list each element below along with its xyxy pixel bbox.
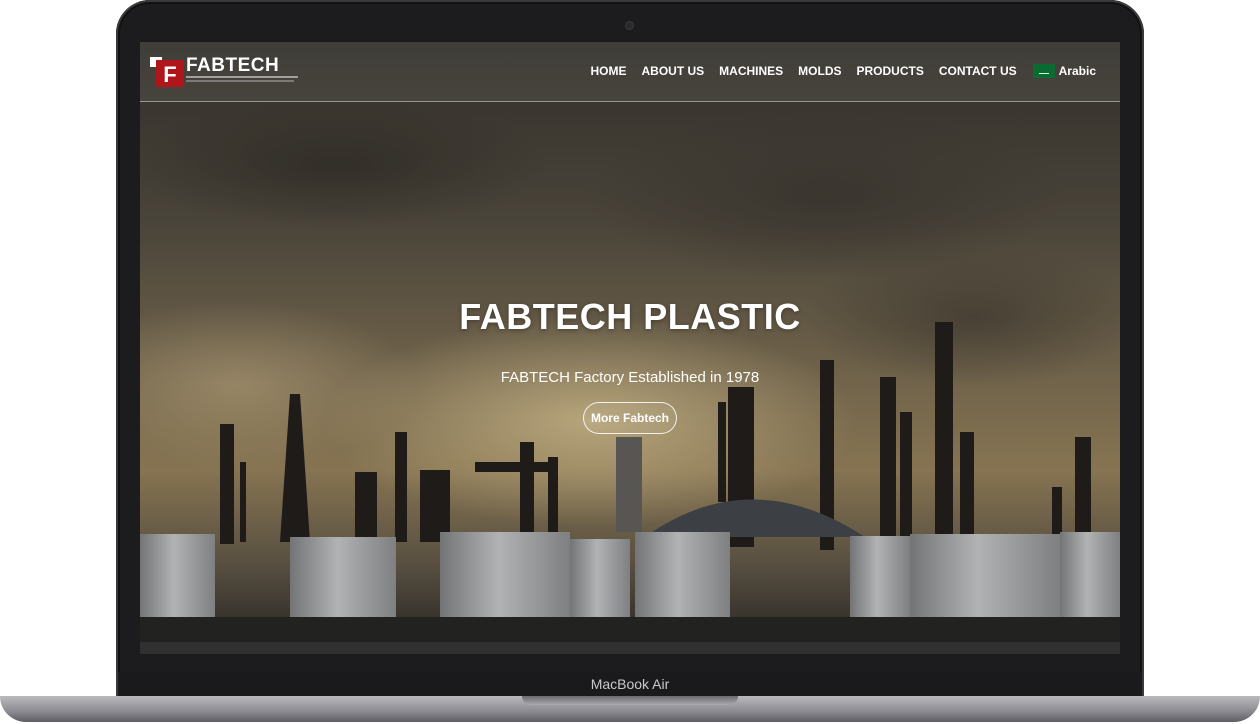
logo-tagline <box>186 76 298 78</box>
browser-screen: F FABTECH HOME ABOUT US MACHINES MOLDS P… <box>140 42 1120 654</box>
nav-machines[interactable]: MACHINES <box>719 64 783 78</box>
hero-title: FABTECH PLASTIC <box>459 296 801 337</box>
nav-products[interactable]: PRODUCTS <box>857 64 924 78</box>
main-nav: HOME ABOUT US MACHINES MOLDS PRODUCTS CO… <box>575 64 1096 78</box>
logo-tagline-2 <box>186 80 294 82</box>
more-fabtech-button[interactable]: More Fabtech <box>583 402 677 434</box>
webcam-icon <box>626 22 633 29</box>
hero-subtitle: FABTECH Factory Established in 1978 <box>500 369 760 386</box>
device-label: MacBook Air <box>590 676 670 692</box>
laptop-hinge-notch <box>522 696 738 705</box>
language-label: Arabic <box>1058 64 1096 78</box>
language-switch[interactable]: Arabic <box>1032 64 1096 78</box>
site-header: F FABTECH HOME ABOUT US MACHINES MOLDS P… <box>140 42 1120 102</box>
nav-about-us[interactable]: ABOUT US <box>641 64 704 78</box>
logo-text: FABTECH <box>186 55 280 76</box>
fabtech-logo-icon: F <box>150 57 184 87</box>
nav-molds[interactable]: MOLDS <box>798 64 841 78</box>
site-logo[interactable]: F FABTECH <box>150 55 300 89</box>
nav-home[interactable]: HOME <box>590 64 626 78</box>
nav-contact-us[interactable]: CONTACT US <box>939 64 1017 78</box>
svg-text:F: F <box>163 62 176 87</box>
saudi-flag-icon <box>1032 64 1055 78</box>
hero-overlay <box>140 42 1120 654</box>
